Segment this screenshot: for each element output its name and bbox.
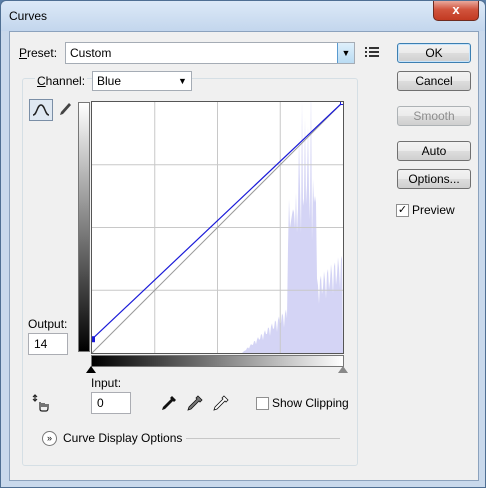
curve-graph[interactable] (91, 101, 344, 354)
auto-button[interactable]: Auto (397, 141, 471, 161)
output-label: Output: (28, 317, 68, 331)
channel-select[interactable]: Blue ▼ (92, 71, 192, 91)
curve-point[interactable] (340, 102, 344, 105)
divider (186, 438, 340, 439)
preset-label: Preset: (19, 46, 58, 60)
channel-label: Channel: (35, 74, 88, 88)
preset-select[interactable]: Custom ▼ (65, 42, 355, 64)
preset-value: Custom (70, 46, 112, 60)
window-title: Curves (9, 9, 48, 23)
close-button[interactable]: x (433, 1, 479, 21)
channel-value: Blue (97, 74, 122, 88)
output-field[interactable]: 14 (28, 333, 68, 355)
smooth-button[interactable]: Smooth (397, 106, 471, 126)
output-gradient-bar (78, 102, 90, 352)
show-clipping-checkbox[interactable] (256, 397, 269, 410)
preview-label: Preview (412, 203, 455, 217)
show-clipping-label: Show Clipping (272, 396, 349, 410)
black-point-slider[interactable] (86, 366, 96, 373)
curve-point-icon[interactable] (29, 99, 53, 121)
curves-dialog: Curves x Preset: Custom ▼ OK Cancel Smoo… (0, 0, 486, 488)
chevron-down-icon[interactable]: ▼ (174, 72, 191, 90)
black-point-eyedropper-icon[interactable] (160, 394, 178, 412)
pencil-icon[interactable] (56, 100, 74, 120)
white-point-eyedropper-icon[interactable] (212, 394, 230, 412)
input-gradient-bar (91, 355, 344, 367)
expand-icon[interactable]: » (42, 431, 57, 446)
chevron-down-icon[interactable]: ▼ (337, 43, 354, 63)
curve-display-options-label[interactable]: Curve Display Options (63, 431, 182, 445)
cancel-button[interactable]: Cancel (397, 71, 471, 91)
on-image-adjust-icon[interactable] (30, 392, 52, 414)
preset-options-icon[interactable] (364, 44, 380, 60)
gray-point-eyedropper-icon[interactable] (186, 394, 204, 412)
white-point-slider[interactable] (338, 366, 348, 373)
preview-checkbox[interactable]: ✓ (396, 204, 409, 217)
input-label: Input: (91, 376, 122, 390)
title-bar[interactable]: Curves x (1, 1, 485, 31)
input-field[interactable]: 0 (91, 392, 131, 414)
dialog-body: Preset: Custom ▼ OK Cancel Smooth Auto O… (9, 31, 479, 481)
curve-point[interactable] (92, 336, 95, 343)
options-button[interactable]: Options... (397, 169, 471, 189)
ok-button[interactable]: OK (397, 43, 471, 63)
